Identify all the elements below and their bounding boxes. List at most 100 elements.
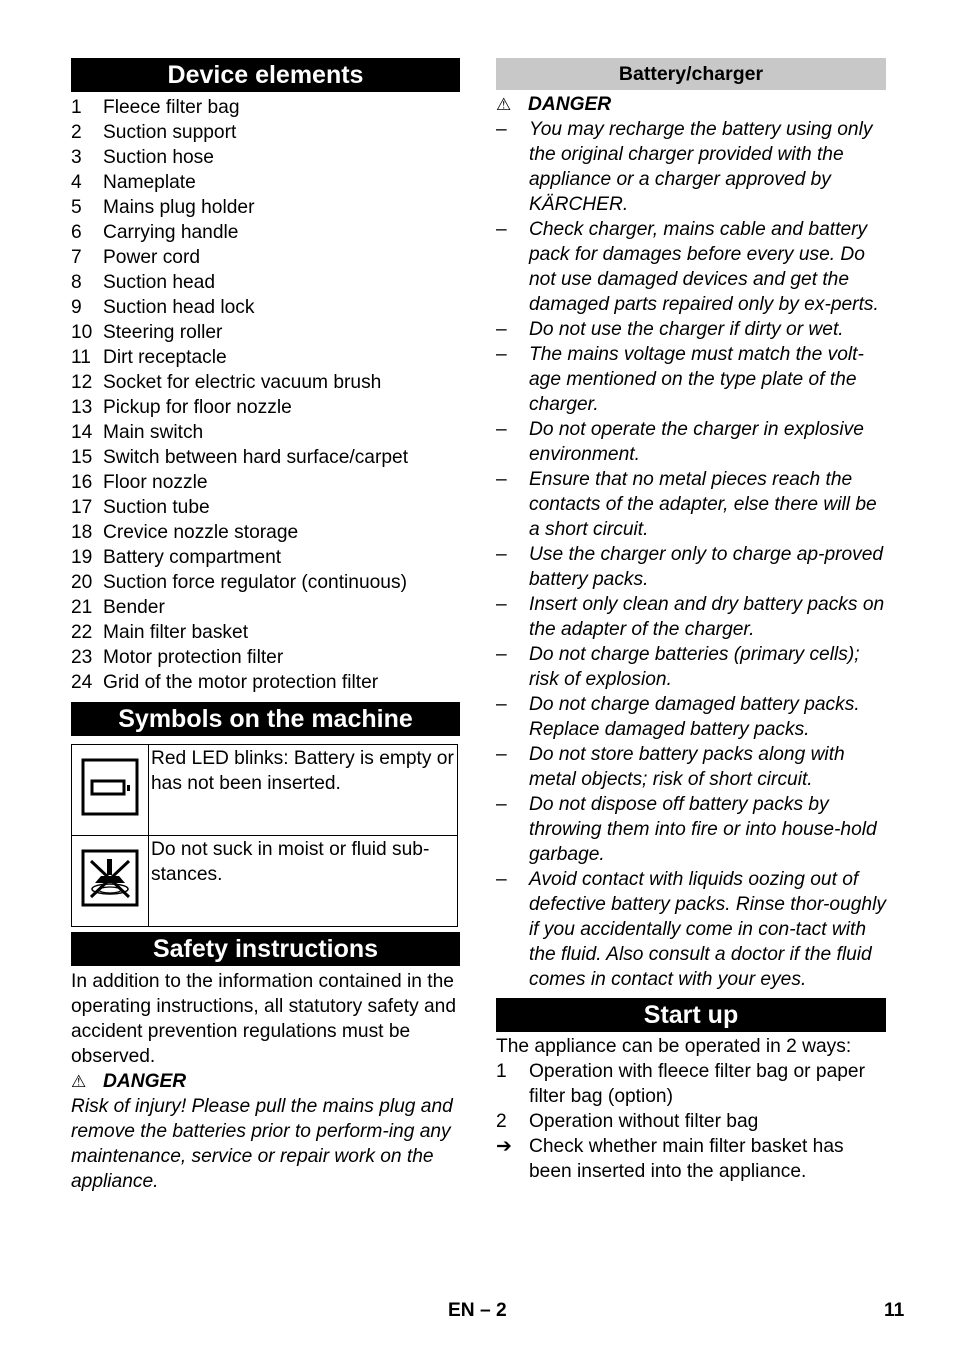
item-number: 22 <box>71 622 93 643</box>
item-label: Suction hose <box>103 147 214 168</box>
item-text: Operation without filter bag <box>529 1111 759 1132</box>
item-label: Suction force regulator (continuous) <box>103 572 407 593</box>
item-marker: 2 <box>496 1111 507 1132</box>
device-element-item: 12 Socket for electric vacuum brush <box>71 370 460 395</box>
device-element-item: 5 Mains plug holder <box>71 195 460 220</box>
device-element-item: 13 Pickup for floor nozzle <box>71 395 460 420</box>
symbol-row: Do not suck in moist or fluid sub-stance… <box>71 835 458 927</box>
device-element-item: 9 Suction head lock <box>71 295 460 320</box>
item-label: Grid of the motor protection filter <box>103 672 379 693</box>
item-number: 3 <box>71 147 82 168</box>
start-up-item: ➔ Check whether main filter basket has be… <box>496 1134 886 1184</box>
device-element-item: 4 Nameplate <box>71 170 460 195</box>
item-label: Dirt receptacle <box>103 347 227 368</box>
item-marker: ➔ <box>496 1136 513 1157</box>
device-element-item: 19 Battery compartment <box>71 545 460 570</box>
symbols-table: Red LED blinks: Battery is empty or has … <box>71 744 458 927</box>
symbol-row: Red LED blinks: Battery is empty or has … <box>71 744 458 836</box>
battery-charger-heading: Battery/charger <box>496 58 886 90</box>
danger-label: DANGER <box>103 1071 187 1092</box>
battery-empty-icon <box>81 758 139 815</box>
item-number: 16 <box>71 472 93 493</box>
dash-bullet: – <box>496 694 507 715</box>
battery-warning-item: – Use the charger only to charge ap-prove… <box>496 542 886 592</box>
item-label: Power cord <box>103 247 201 268</box>
warning-text: Ensure that no metal pieces reach the co… <box>529 469 877 540</box>
dash-bullet: – <box>496 469 507 490</box>
item-number: 2 <box>71 122 82 143</box>
item-label: Carrying handle <box>103 222 239 243</box>
no-liquid-suction-icon <box>81 849 139 906</box>
item-label: Motor protection filter <box>103 647 284 668</box>
item-label: Suction support <box>103 122 237 143</box>
symbol-description: Red LED blinks: Battery is empty or has … <box>148 744 458 836</box>
device-element-item: 10 Steering roller <box>71 320 460 345</box>
warning-text: Do not charge damaged battery packs. Rep… <box>529 694 860 740</box>
left-column: Device elements 1 Fleece filter bag 2 Sucti… <box>71 58 460 1194</box>
item-label: Steering roller <box>103 322 223 343</box>
item-text: Check whether main filter basket has bee… <box>529 1136 844 1182</box>
device-element-item: 15 Switch between hard surface/carpet <box>71 445 460 470</box>
device-elements-list: 1 Fleece filter bag 2 Suction support 3 Sucti… <box>71 95 460 695</box>
warning-text: Do not dispose off battery packs by thro… <box>529 794 877 865</box>
page-number: 11 <box>884 1300 905 1321</box>
dash-bullet: – <box>496 219 507 240</box>
start-up-heading: Start up <box>496 998 886 1032</box>
warning-text: The mains voltage must match the volt-ag… <box>529 344 864 415</box>
item-label: Suction head <box>103 272 216 293</box>
warning-text: Do not operate the charger in explosive … <box>529 419 864 465</box>
battery-warning-item: – You may recharge the battery using only… <box>496 117 886 217</box>
warning-text: Do not store battery packs along with me… <box>529 744 845 790</box>
device-element-item: 22 Main filter basket <box>71 620 460 645</box>
device-element-item: 17 Suction tube <box>71 495 460 520</box>
item-number: 7 <box>71 247 82 268</box>
item-label: Main switch <box>103 422 204 443</box>
item-number: 5 <box>71 197 82 218</box>
item-number: 4 <box>71 172 82 193</box>
warning-triangle-icon: ⚠ <box>496 95 512 114</box>
warning-text: Check charger, mains cable and battery p… <box>529 219 879 315</box>
warning-text: Avoid contact with liquids oozing out of… <box>529 869 886 990</box>
battery-warning-item: – Do not charge damaged battery packs. Re… <box>496 692 886 742</box>
device-element-item: 2 Suction support <box>71 120 460 145</box>
start-up-intro: The appliance can be operated in 2 ways: <box>496 1036 852 1057</box>
device-element-item: 6 Carrying handle <box>71 220 460 245</box>
item-number: 11 <box>71 347 91 368</box>
warning-text: Use the charger only to charge ap-proved… <box>529 544 884 590</box>
item-label: Floor nozzle <box>103 472 208 493</box>
battery-warning-item: – Do not charge batteries (primary cells)… <box>496 642 886 692</box>
device-elements-heading: Device elements <box>71 58 460 92</box>
item-number: 15 <box>71 447 93 468</box>
symbol-description: Do not suck in moist or fluid sub-stance… <box>148 835 458 927</box>
dash-bullet: – <box>496 644 507 665</box>
item-number: 13 <box>71 397 93 418</box>
dash-bullet: – <box>496 419 507 440</box>
item-number: 18 <box>71 522 93 543</box>
dash-bullet: – <box>496 544 507 565</box>
item-number: 19 <box>71 547 93 568</box>
battery-warning-item: – Do not dispose off battery packs by thr… <box>496 792 886 867</box>
item-label: Main filter basket <box>103 622 249 643</box>
battery-warning-item: – Check charger, mains cable and battery … <box>496 217 886 317</box>
device-element-item: 11 Dirt receptacle <box>71 345 460 370</box>
device-element-item: 16 Floor nozzle <box>71 470 460 495</box>
item-text: Operation with fleece filter bag or pape… <box>529 1061 865 1107</box>
device-element-item: 3 Suction hose <box>71 145 460 170</box>
danger-text: Risk of injury! Please pull the mains pl… <box>71 1096 453 1192</box>
dash-bullet: – <box>496 869 507 890</box>
item-label: Suction head lock <box>103 297 255 318</box>
battery-warning-item: – Do not use the charger if dirty or wet. <box>496 317 886 342</box>
dash-bullet: – <box>496 794 507 815</box>
safety-heading: Safety instructions <box>71 932 460 966</box>
battery-warning-item: – Ensure that no metal pieces reach the c… <box>496 467 886 542</box>
item-label: Bender <box>103 597 165 618</box>
item-number: 17 <box>71 497 93 518</box>
item-label: Crevice nozzle storage <box>103 522 299 543</box>
battery-warning-item: – Insert only clean and dry battery packs… <box>496 592 886 642</box>
item-number: 6 <box>71 222 82 243</box>
item-label: Battery compartment <box>103 547 282 568</box>
dash-bullet: – <box>496 594 507 615</box>
item-label: Mains plug holder <box>103 197 255 218</box>
device-element-item: 24 Grid of the motor protection filter <box>71 670 460 695</box>
device-element-item: 1 Fleece filter bag <box>71 95 460 120</box>
